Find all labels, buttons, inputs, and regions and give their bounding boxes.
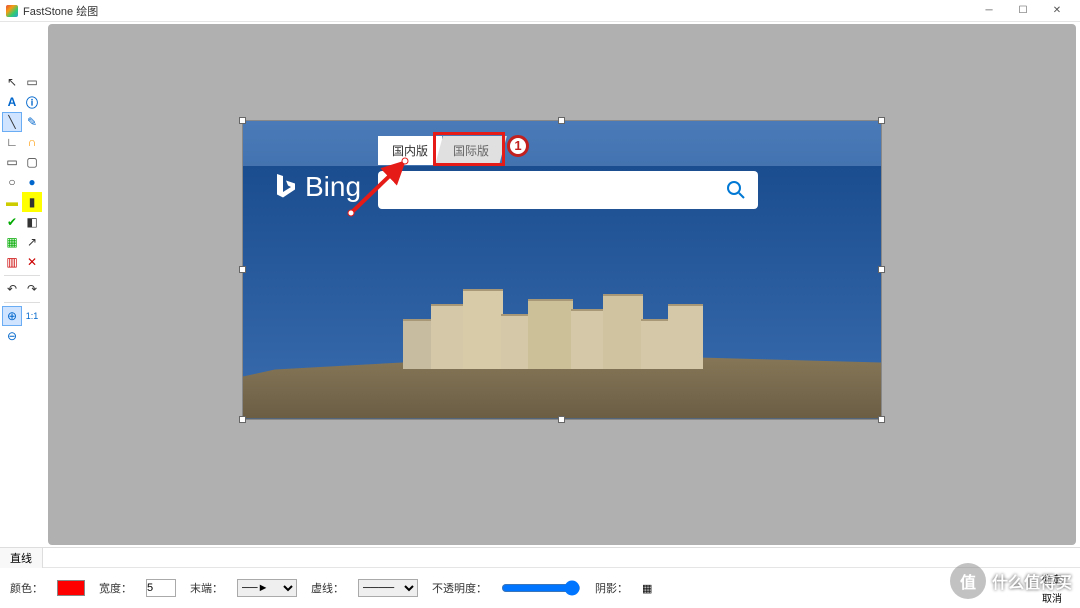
polyline-tool[interactable]: ∟ [2, 132, 22, 152]
info-tool[interactable]: ⓘ [22, 92, 42, 112]
resize-handle[interactable] [878, 266, 885, 273]
delete-tool[interactable]: ✕ [22, 252, 42, 272]
move-tool[interactable]: ↗ [22, 232, 42, 252]
width-label: 宽度： [99, 580, 132, 596]
opacity-slider[interactable] [501, 579, 581, 597]
circle-tool[interactable]: ● [22, 172, 42, 192]
resize-handle[interactable] [558, 117, 565, 124]
bottom-tabbar: 直线 [0, 548, 1080, 568]
color-swatch[interactable] [57, 580, 85, 596]
ellipse-tool[interactable]: ○ [2, 172, 22, 192]
bing-icon [273, 172, 297, 202]
shadow-icon[interactable]: ▦ [642, 582, 652, 595]
selection-box[interactable]: Bing 国内版 国际版 1 [242, 120, 882, 420]
pencil-tool[interactable]: ✎ [22, 112, 42, 132]
canvas-image: Bing 国内版 国际版 1 [243, 121, 881, 419]
resize-handle[interactable] [878, 416, 885, 423]
one-to-one-button[interactable]: 1:1 [22, 306, 42, 326]
zoom-out-button[interactable]: ⊖ [2, 326, 22, 346]
rounded-rect-tool[interactable]: ▢ [22, 152, 42, 172]
search-icon [726, 180, 746, 200]
undo-button[interactable]: ↶ [2, 279, 22, 299]
ok-button[interactable]: 确定 [1034, 570, 1070, 587]
eraser-tool[interactable]: ◧ [22, 212, 42, 232]
marker-tool[interactable]: ✔ [2, 212, 22, 232]
width-input[interactable] [146, 579, 176, 597]
annotation-marker-1: 1 [507, 135, 529, 157]
select-rect-tool[interactable]: ▭ [22, 72, 42, 92]
bing-search-bar [378, 171, 758, 209]
resize-handle[interactable] [239, 117, 246, 124]
bottom-panel: 直线 颜色： 宽度： 末端： ──► 虚线： ──── 不透明度： 阴影： ▦ … [0, 547, 1080, 607]
cap-label: 末端： [190, 580, 223, 596]
fill-tool[interactable]: ▮ [22, 192, 42, 212]
maximize-button[interactable]: ☐ [1006, 1, 1040, 21]
canvas-area[interactable]: Bing 国内版 国际版 1 [48, 24, 1076, 545]
redo-button[interactable]: ↷ [22, 279, 42, 299]
pointer-tool[interactable]: ↖ [2, 72, 22, 92]
rect-tool[interactable]: ▭ [2, 152, 22, 172]
shadow-label: 阴影： [595, 580, 628, 596]
dash-label: 虚线： [311, 580, 344, 596]
minimize-button[interactable]: ─ [972, 1, 1006, 21]
annotation-arrow [343, 151, 423, 221]
image-tool[interactable]: ▦ [2, 232, 22, 252]
app-icon [6, 5, 18, 17]
tool-palette: ↖▭ Aⓘ ╲✎ ∟∩ ▭▢ ○● ▬▮ ✔◧ ▦↗ ▥✕ ↶↷ ⊕1:1 ⊖ [0, 22, 44, 547]
text-tool[interactable]: A [2, 92, 22, 112]
titlebar: FastStone 绘图 ─ ☐ ✕ [0, 0, 1080, 22]
resize-handle[interactable] [239, 266, 246, 273]
highlighter-tool[interactable]: ▬ [2, 192, 22, 212]
line-tool[interactable]: ╲ [2, 112, 22, 132]
window-title: FastStone 绘图 [23, 3, 98, 19]
highlight-line-tool[interactable]: ∩ [22, 132, 42, 152]
tab-international: 国际版 [435, 136, 507, 165]
cancel-button[interactable]: 取消 [1034, 589, 1070, 606]
crop-tool[interactable]: ▥ [2, 252, 22, 272]
opacity-label: 不透明度： [432, 580, 487, 596]
tab-line[interactable]: 直线 [0, 548, 43, 568]
cap-select[interactable]: ──► [237, 579, 297, 597]
close-button[interactable]: ✕ [1040, 1, 1074, 21]
color-label: 颜色： [10, 580, 43, 596]
dash-select[interactable]: ──── [358, 579, 418, 597]
resize-handle[interactable] [239, 416, 246, 423]
resize-handle[interactable] [558, 416, 565, 423]
resize-handle[interactable] [878, 117, 885, 124]
zoom-fit-button[interactable]: ⊕ [2, 306, 22, 326]
